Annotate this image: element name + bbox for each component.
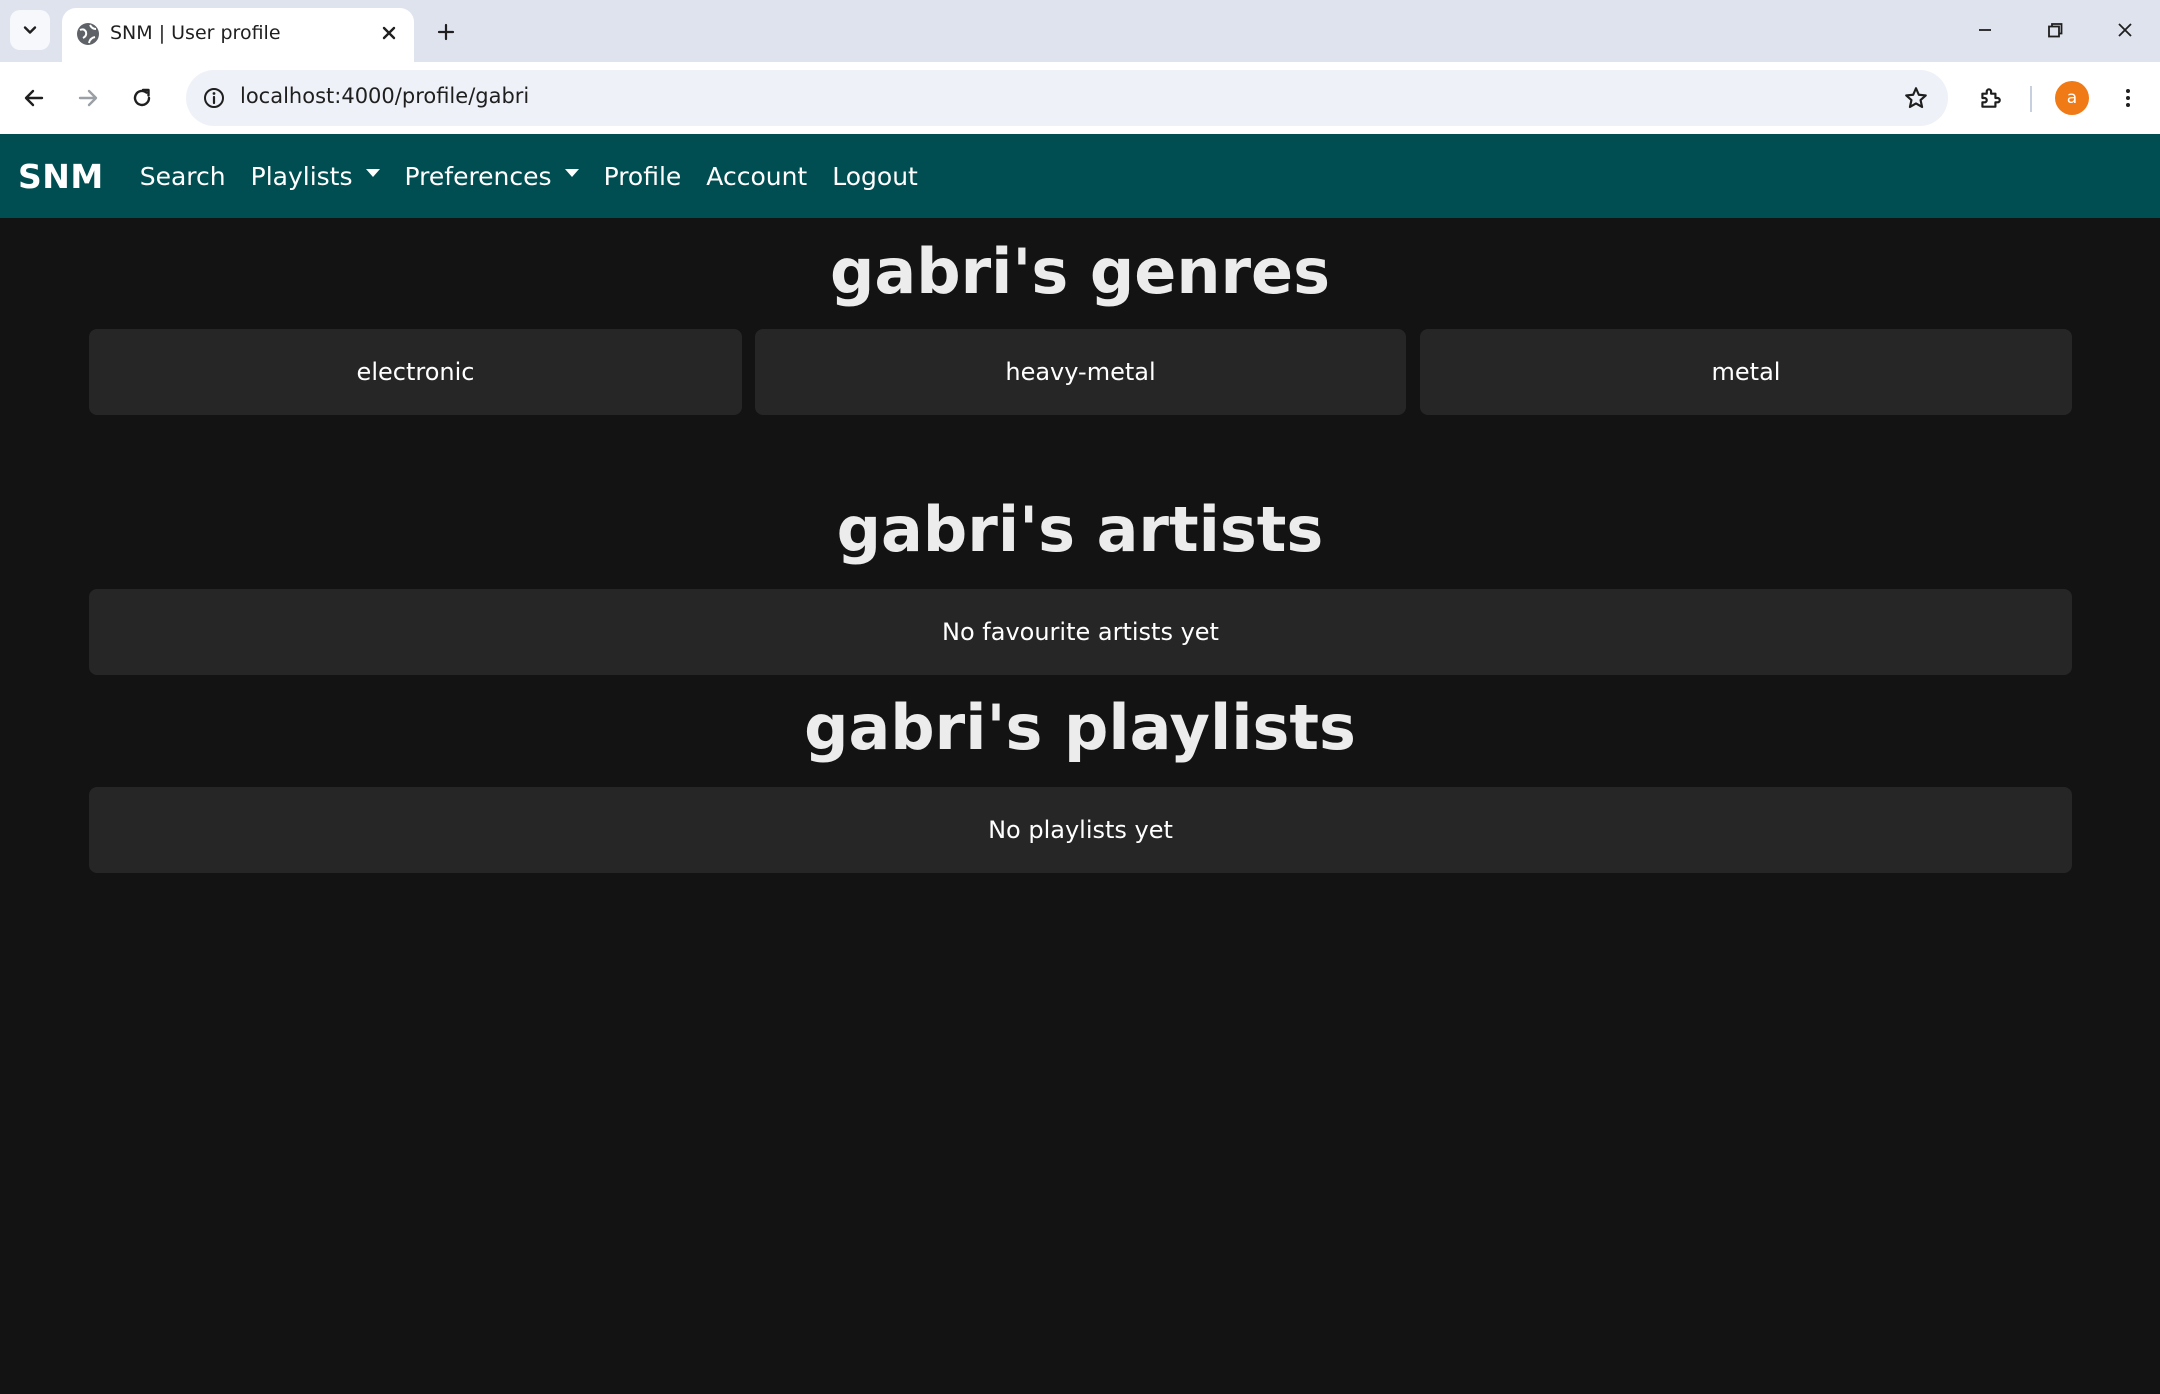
tab-close-button[interactable] [374,18,404,48]
browser-tab-active[interactable]: SNM | User profile [62,8,414,62]
reload-icon [133,88,151,107]
minimize-button[interactable] [1957,10,2013,50]
back-button[interactable] [12,76,56,120]
new-tab-button[interactable] [428,14,464,50]
brand-logo[interactable]: SNM [18,157,104,196]
bookmark-button[interactable] [1898,80,1934,116]
close-window-button[interactable] [2097,10,2153,50]
nav-playlists-dropdown[interactable]: Playlists [251,162,380,191]
genre-card-metal[interactable]: metal [1420,329,2072,415]
browser-toolbar: localhost:4000/profile/gabri a [0,62,2160,134]
info-icon [204,88,224,108]
playlists-empty-state: No playlists yet [89,787,2072,873]
genres-heading: gabri's genres [830,235,1330,308]
restore-icon [2048,23,2063,38]
genre-card-electronic[interactable]: electronic [89,329,742,415]
globe-icon [77,23,99,45]
arrow-left-icon [24,89,44,107]
extensions-button[interactable] [1968,76,2012,120]
chevron-down-icon [23,26,37,34]
nav-search[interactable]: Search [140,162,226,191]
address-url: localhost:4000/profile/gabri [240,84,530,108]
tab-title: SNM | User profile [110,22,281,44]
browser-tab-strip: SNM | User profile [0,0,2160,62]
artists-empty-state: No favourite artists yet [89,589,2072,675]
caret-down-icon [564,169,579,177]
nav-profile[interactable]: Profile [604,162,682,191]
restore-button[interactable] [2027,10,2083,50]
arrow-right-icon [78,89,98,107]
nav-playlists-label: Playlists [250,161,353,191]
playlists-heading: gabri's playlists [804,691,1356,764]
address-bar[interactable]: localhost:4000/profile/gabri [186,70,1948,126]
toolbar-divider [2030,86,2032,112]
star-icon [1905,87,1927,109]
app-navbar: SNM Search Playlists Preferences Profile… [0,134,2160,218]
close-icon [382,26,396,40]
artists-heading: gabri's artists [836,493,1324,566]
reload-button[interactable] [120,76,164,120]
browser-menu-button[interactable] [2106,76,2150,120]
minimize-icon [1979,29,1991,31]
nav-preferences-dropdown[interactable]: Preferences [405,162,579,191]
nav-account[interactable]: Account [706,162,807,191]
avatar-letter: a [2066,88,2078,108]
nav-links: Search Playlists Preferences Profile Acc… [140,162,943,191]
profile-avatar[interactable]: a [2055,81,2089,115]
nav-preferences-label: Preferences [404,161,552,191]
nav-logout[interactable]: Logout [832,162,918,191]
forward-button[interactable] [66,76,110,120]
tab-search-button[interactable] [10,10,50,50]
close-icon [2118,23,2132,37]
caret-down-icon [365,169,380,177]
puzzle-icon [1981,88,2001,108]
genre-card-heavy-metal[interactable]: heavy-metal [755,329,1406,415]
more-vertical-icon [2126,89,2130,107]
site-info-button[interactable] [196,80,232,116]
plus-icon [437,23,455,41]
